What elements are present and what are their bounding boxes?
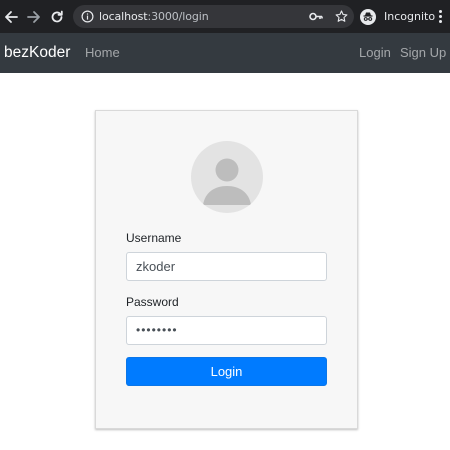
reload-icon [51,10,63,22]
app-navbar: bezKoder Home Login Sign Up [0,33,450,73]
nav-login-link[interactable]: Login [359,33,391,73]
incognito-label: Incognito [384,10,436,23]
incognito-icon [360,8,376,25]
login-card: Username zkoder Password •••••••• Login [95,110,358,429]
browser-toolbar: localhost:3000/login Incognito [0,0,450,33]
reload-button[interactable] [46,0,68,33]
back-arrow-icon [5,10,18,23]
forward-button[interactable] [23,0,45,33]
key-icon[interactable] [309,10,323,23]
info-icon[interactable] [81,10,94,23]
url-text[interactable]: localhost:3000/login [99,5,209,28]
user-avatar-icon [191,141,263,213]
url-host: localhost [99,10,148,23]
nav-home-link[interactable]: Home [85,33,120,73]
password-input[interactable]: •••••••• [126,316,327,345]
address-bar[interactable]: localhost:3000/login [73,5,354,28]
username-input[interactable]: zkoder [126,252,327,281]
login-button[interactable]: Login [126,357,327,386]
incognito-indicator[interactable]: Incognito [360,5,435,28]
forward-arrow-icon [27,10,40,23]
url-path: :3000/login [147,10,209,23]
password-label: Password [126,295,179,309]
back-button[interactable] [0,0,22,33]
brand-link[interactable]: bezKoder [4,33,70,73]
kebab-menu-icon[interactable] [439,10,443,24]
star-icon[interactable] [335,10,348,23]
nav-signup-link[interactable]: Sign Up [400,33,446,73]
username-label: Username [126,231,182,245]
